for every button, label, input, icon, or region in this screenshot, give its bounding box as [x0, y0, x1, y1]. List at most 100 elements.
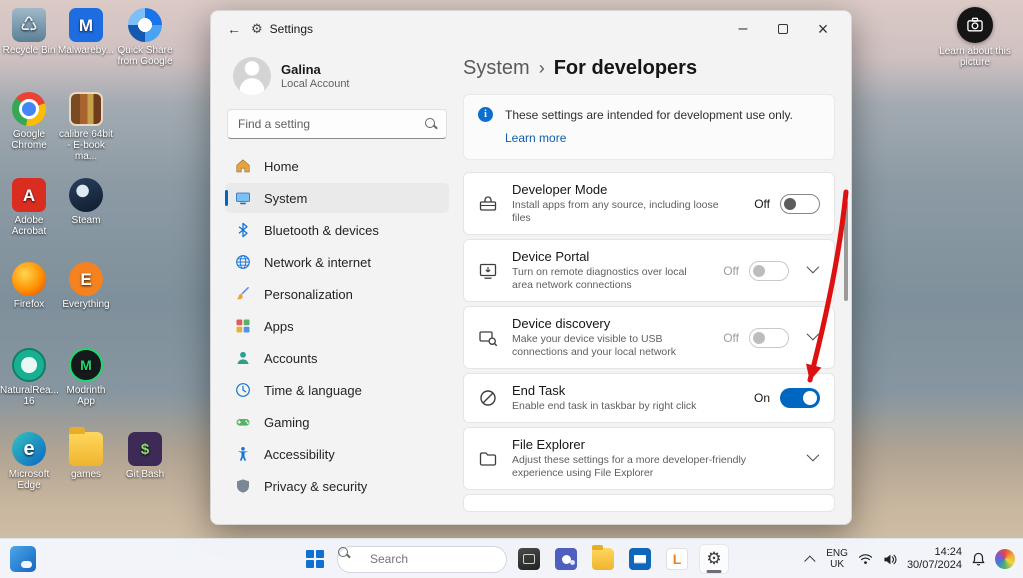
sidebar-item-label: Time & language: [264, 383, 362, 398]
desktop-icon-label: NaturalRea... 16: [0, 385, 59, 407]
git-bash-icon: [128, 432, 162, 466]
taskbar-app-teams[interactable]: [551, 544, 581, 574]
device-portal-toggle[interactable]: [749, 261, 789, 281]
system-icon: [235, 190, 251, 206]
setting-card-device-portal[interactable]: Device Portal Turn on remote diagnostics…: [463, 239, 835, 302]
windows-logo-icon: [306, 550, 324, 568]
page-title: For developers: [554, 57, 697, 80]
sidebar-item-system[interactable]: System: [225, 183, 449, 213]
language-line1: ENG: [826, 548, 848, 559]
folder-icon: [592, 548, 614, 570]
taskbar-app-l[interactable]: [662, 544, 692, 574]
desktop-icon-everything[interactable]: Everything: [57, 262, 115, 310]
sidebar-item-personalization[interactable]: Personalization: [225, 279, 449, 309]
person-icon: [235, 350, 251, 366]
malwarebytes-icon: [69, 8, 103, 42]
desktop-icon-naturalreader[interactable]: NaturalRea... 16: [0, 348, 58, 407]
taskbar-app-outlook[interactable]: [625, 544, 655, 574]
sidebar-item-home[interactable]: Home: [225, 151, 449, 181]
end-task-toggle[interactable]: [780, 388, 820, 408]
device-discovery-icon: [478, 328, 498, 348]
sidebar-item-network-internet[interactable]: Network & internet: [225, 247, 449, 277]
recycle-bin-icon: [12, 8, 46, 42]
sidebar-item-time-language[interactable]: Time & language: [225, 375, 449, 405]
naturalreader-icon: [12, 348, 46, 382]
taskbar-search[interactable]: [337, 546, 507, 573]
profile-account-type: Local Account: [281, 78, 350, 90]
sidebar-item-privacy-security[interactable]: Privacy & security: [225, 471, 449, 501]
sidebar-item-label: Personalization: [264, 287, 353, 302]
taskbar-app-settings[interactable]: [699, 544, 729, 574]
developer-mode-toggle[interactable]: [780, 194, 820, 214]
desktop-icon-label: Google Chrome: [11, 129, 47, 151]
desktop-icon-recycle-bin[interactable]: Recycle Bin: [0, 8, 58, 56]
mail-icon: [629, 548, 651, 570]
steam-icon: [69, 178, 103, 212]
quick-share-icon: [128, 8, 162, 42]
network-icon[interactable]: [858, 553, 873, 565]
setting-card-device-discovery[interactable]: Device discovery Make your device visibl…: [463, 306, 835, 369]
taskbar-app-file-explorer[interactable]: [588, 544, 618, 574]
learn-about-picture[interactable]: Learn about this picture: [937, 7, 1013, 68]
start-button[interactable]: [300, 544, 330, 574]
desktop-icon-games[interactable]: games: [57, 432, 115, 480]
sidebar-item-accessibility[interactable]: Accessibility: [225, 439, 449, 469]
volume-icon[interactable]: [883, 553, 897, 566]
desktop-icon-firefox[interactable]: Firefox: [0, 262, 58, 310]
sidebar-item-bluetooth-devices[interactable]: Bluetooth & devices: [225, 215, 449, 245]
globe-icon: [235, 254, 251, 270]
taskbar-app-dark[interactable]: [514, 544, 544, 574]
chevron-down-icon[interactable]: [807, 261, 820, 274]
desktop-icon-calibre[interactable]: calibre 64bit - E-book ma...: [57, 92, 115, 162]
desktop-icon-git-bash[interactable]: Git Bash: [116, 432, 174, 480]
sidebar-item-apps[interactable]: Apps: [225, 311, 449, 341]
setting-title: File Explorer: [512, 437, 785, 452]
info-banner: These settings are intended for developm…: [463, 94, 835, 160]
toggle-state-label: On: [750, 391, 770, 405]
setting-description: Install apps from any source, including …: [512, 199, 736, 225]
tray-chevron-up-icon[interactable]: [804, 555, 815, 566]
chevron-down-icon[interactable]: [807, 449, 820, 462]
sidebar-item-label: System: [264, 191, 307, 206]
chrome-icon: [12, 92, 46, 126]
minimize-button[interactable]: [723, 14, 763, 44]
sidebar-item-gaming[interactable]: Gaming: [225, 407, 449, 437]
desktop-icon-microsoft-edge[interactable]: Microsoft Edge: [0, 432, 58, 491]
account-profile[interactable]: Galina Local Account: [225, 51, 449, 109]
desktop-icon-google-chrome[interactable]: Google Chrome: [0, 92, 58, 151]
accessibility-person-icon: [235, 446, 251, 462]
desktop-icon-label: Quick Share from Google: [117, 45, 172, 67]
desktop-icon-steam[interactable]: Steam: [57, 178, 115, 226]
tray-app-icon[interactable]: [995, 549, 1015, 569]
taskbar-search-input[interactable]: [370, 552, 480, 566]
back-button[interactable]: [227, 21, 251, 37]
settings-search-input[interactable]: [227, 109, 447, 139]
settings-content: System › For developers These settings a…: [463, 47, 835, 524]
firefox-icon: [12, 262, 46, 296]
gear-icon: [706, 549, 721, 569]
notification-bell-icon[interactable]: [972, 552, 985, 566]
desktop-icon-malwarebytes[interactable]: Malwareby...: [57, 8, 115, 56]
learn-more-link[interactable]: Learn more: [505, 131, 566, 145]
folder-icon: [69, 432, 103, 466]
sidebar-item-accounts[interactable]: Accounts: [225, 343, 449, 373]
clock[interactable]: 14:24 30/07/2024: [907, 546, 962, 572]
desktop-icon-label: Everything: [62, 299, 109, 310]
window-title: Settings: [270, 22, 313, 36]
toggle-state-label: Off: [750, 197, 770, 211]
desktop-icon-label: Adobe Acrobat: [12, 215, 46, 237]
widgets-icon[interactable]: [10, 546, 36, 572]
chevron-down-icon[interactable]: [807, 328, 820, 341]
language-indicator[interactable]: ENG UK: [826, 548, 848, 570]
breadcrumb-system[interactable]: System: [463, 57, 530, 80]
setting-card-file-explorer[interactable]: File Explorer Adjust these settings for …: [463, 427, 835, 490]
desktop-icon-adobe-acrobat[interactable]: Adobe Acrobat: [0, 178, 58, 237]
sidebar-item-label: Bluetooth & devices: [264, 223, 379, 238]
desktop-icon-quick-share[interactable]: Quick Share from Google: [116, 8, 174, 67]
desktop-icon-modrinth[interactable]: Modrinth App: [57, 348, 115, 407]
close-button[interactable]: [803, 14, 843, 44]
scrollbar[interactable]: [844, 201, 848, 301]
device-discovery-toggle[interactable]: [749, 328, 789, 348]
dark-app-icon: [518, 548, 540, 570]
maximize-button[interactable]: [763, 14, 803, 44]
